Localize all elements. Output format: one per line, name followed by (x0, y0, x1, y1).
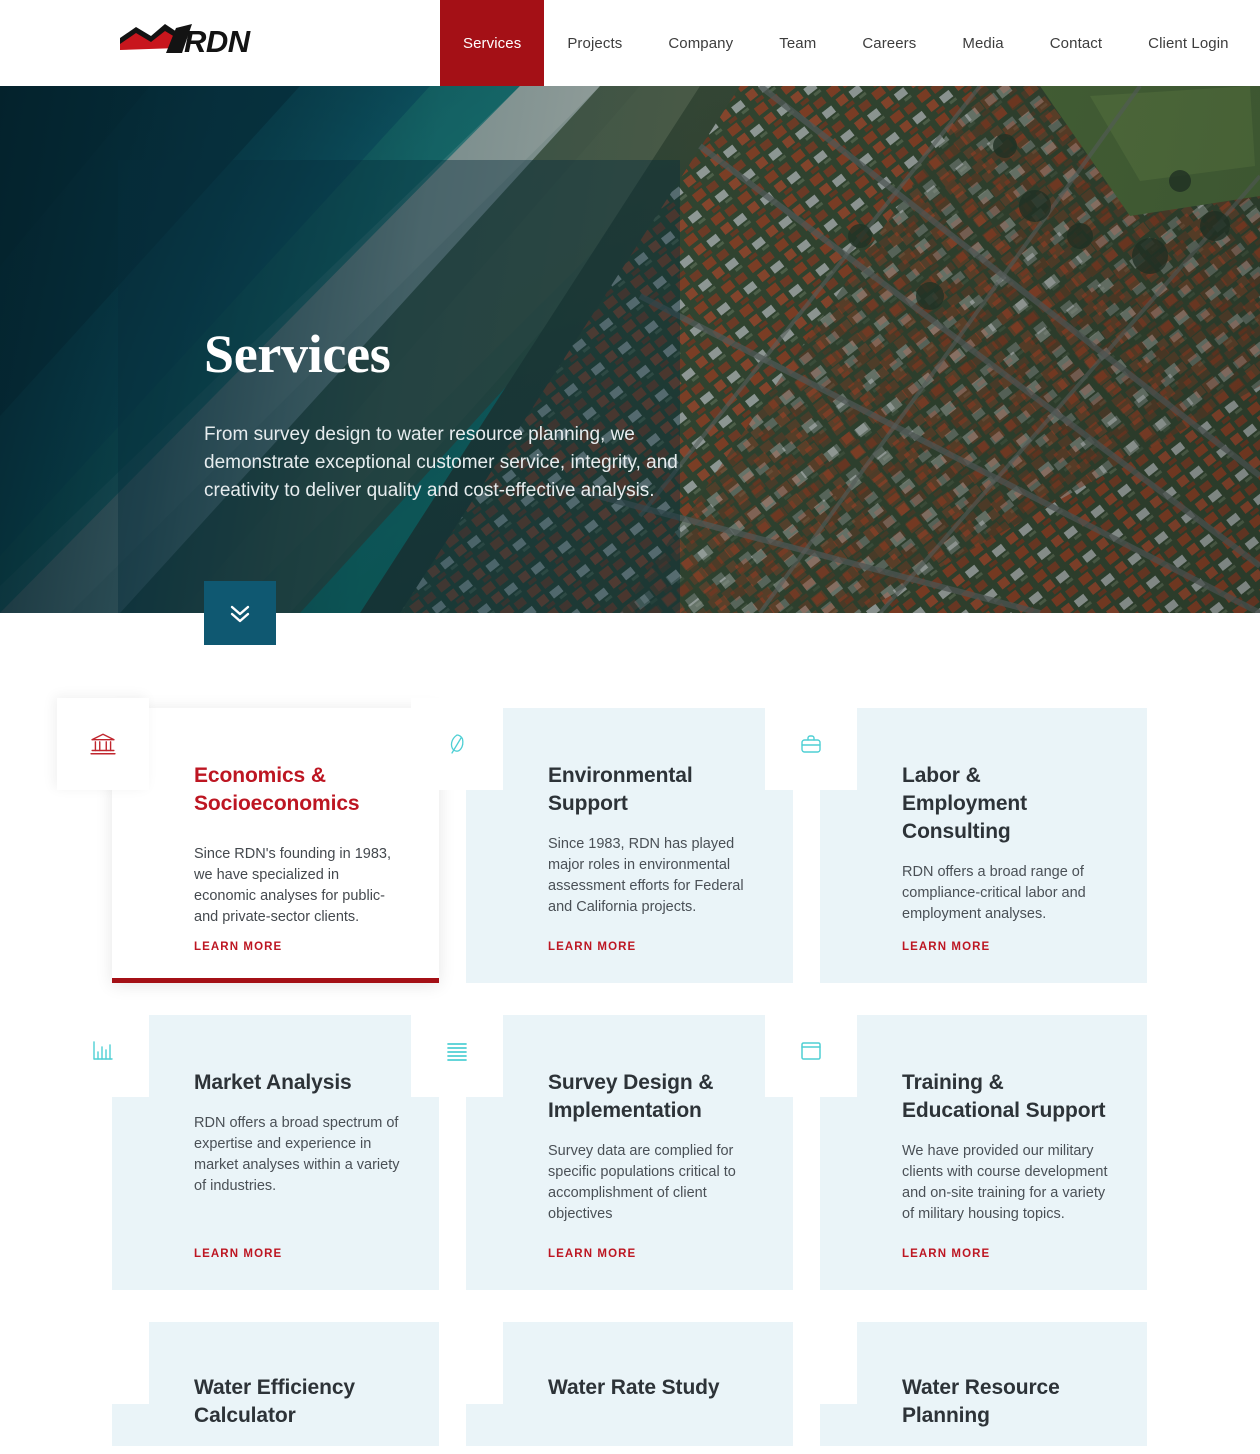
clipboard-icon (820, 1347, 822, 1369)
water-waves-icon (466, 1346, 469, 1370)
learn-more-link[interactable]: LEARN MORE (194, 1248, 282, 1260)
card-icon-container (820, 1322, 857, 1404)
service-card-economics[interactable]: Economics & Socioeconomics Since RDN's f… (57, 698, 439, 983)
learn-more-link[interactable]: LEARN MORE (902, 1248, 990, 1260)
card-icon-container (765, 698, 857, 790)
card-title: Economics & Socioeconomics (194, 764, 360, 815)
service-card-water-resource-planning[interactable]: Water Resource Planning (820, 1322, 1147, 1446)
svg-text:RDN: RDN (184, 24, 251, 56)
card-title: Market Analysis (194, 1071, 352, 1094)
learn-more-link[interactable]: LEARN MORE (548, 941, 636, 953)
service-card-environmental-support[interactable]: Environmental Support Since 1983, RDN ha… (411, 698, 793, 983)
service-card-water-rate-study[interactable]: Water Rate Study (466, 1322, 793, 1446)
card-icon-container (411, 698, 503, 790)
main-navigation: Services Projects Company Team Careers M… (440, 0, 1252, 86)
hero-content: Services From survey design to water res… (204, 326, 724, 505)
calculator-icon (112, 1347, 114, 1369)
leaf-icon (450, 734, 464, 754)
card-description: RDN offers a broad range of compliance-c… (902, 864, 1086, 922)
card-icon-container (765, 1005, 857, 1097)
bank-building-icon (90, 733, 116, 755)
bar-chart-icon (93, 1041, 113, 1060)
services-grid: Economics & Socioeconomics Since RDN's f… (57, 698, 1148, 1446)
briefcase-icon (801, 735, 821, 753)
service-card-market-analysis[interactable]: Market Analysis RDN offers a broad spect… (57, 1005, 439, 1290)
card-title: Water Rate Study (548, 1376, 720, 1399)
card-title: Water Efficiency Calculator (194, 1376, 356, 1427)
list-lines-icon (447, 1043, 467, 1061)
card-icon-container (411, 1005, 503, 1097)
service-card-training-education[interactable]: Training & Educational Support We have p… (765, 1005, 1147, 1290)
card-title: Environmental Support (548, 764, 693, 815)
learn-more-link[interactable]: LEARN MORE (548, 1248, 636, 1260)
service-card-water-efficiency-calculator[interactable]: Water Efficiency Calculator (112, 1322, 439, 1446)
learn-more-link[interactable]: LEARN MORE (902, 941, 990, 953)
nav-item-contact[interactable]: Contact (1027, 0, 1125, 86)
card-description: RDN offers a broad spectrum of expertise… (194, 1115, 400, 1194)
nav-item-media[interactable]: Media (939, 0, 1026, 86)
card-title: Survey Design & Implementation (548, 1071, 714, 1122)
presentation-board-icon (801, 1042, 821, 1060)
services-card-section: Economics & Socioeconomics Since RDN's f… (0, 613, 1260, 1446)
page-title: Services (204, 324, 391, 384)
nav-item-services[interactable]: Services (440, 0, 545, 86)
card-description: Since RDN's founding in 1983, we have sp… (194, 846, 392, 925)
rdn-mountain-logo[interactable]: RDN (118, 22, 268, 66)
card-title: Labor & Employment Consulting (902, 764, 1028, 843)
nav-item-client-login[interactable]: Client Login (1125, 0, 1251, 86)
card-title: Training & Educational Support (902, 1071, 1106, 1122)
card-icon-container (466, 1322, 503, 1404)
card-description: Survey data are complied for specific po… (548, 1143, 736, 1222)
nav-item-projects[interactable]: Projects (544, 0, 645, 86)
card-title: Water Resource Planning (902, 1376, 1060, 1427)
site-header: RDN Services Projects Company Team Caree… (0, 0, 1260, 86)
card-icon-container (112, 1322, 149, 1404)
card-description: Since 1983, RDN has played major roles i… (548, 836, 744, 915)
hero-banner: Services From survey design to water res… (0, 86, 1260, 613)
service-card-labor-employment[interactable]: Labor & Employment Consulting RDN offers… (765, 698, 1147, 983)
card-description: We have provided our military clients wi… (902, 1143, 1108, 1222)
card-icon-container (57, 1005, 149, 1097)
hero-subtitle: From survey design to water resource pla… (204, 423, 678, 501)
nav-item-company[interactable]: Company (645, 0, 756, 86)
nav-item-team[interactable]: Team (756, 0, 839, 86)
nav-item-careers[interactable]: Careers (839, 0, 939, 86)
scroll-down-button[interactable] (204, 581, 276, 645)
double-chevron-down-icon (230, 605, 250, 623)
learn-more-link[interactable]: LEARN MORE (194, 941, 282, 953)
card-icon-container (57, 698, 149, 790)
service-card-survey-design[interactable]: Survey Design & Implementation Survey da… (411, 1005, 793, 1290)
